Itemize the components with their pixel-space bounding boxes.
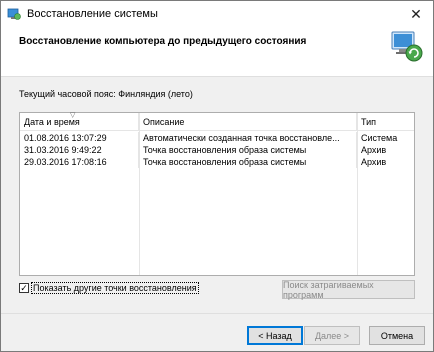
show-more-label[interactable]: Показать другие точки восстановления	[31, 282, 199, 294]
checkmark-icon: ✓	[20, 282, 28, 293]
page-title: Восстановление компьютера до предыдущего…	[19, 36, 307, 47]
show-more-checkbox[interactable]: ✓	[19, 283, 29, 293]
row-type: Система	[361, 133, 398, 143]
system-restore-small-icon	[7, 8, 21, 20]
row-type: Архив	[361, 157, 387, 167]
wizard-header: Восстановление компьютера до предыдущего…	[1, 28, 433, 77]
table-header: Дата и время ▽ Описание Тип	[20, 112, 414, 131]
title-bar: Восстановление системы ✕	[1, 1, 433, 28]
window-title: Восстановление системы	[27, 8, 158, 20]
row-type: Архив	[361, 145, 387, 155]
table-row[interactable]: 01.08.2016 13:07:29 Автоматически создан…	[20, 132, 414, 144]
back-button[interactable]: < Назад	[247, 326, 303, 345]
row-description: Точка восстановления образа системы	[139, 156, 357, 168]
next-button[interactable]: Далее >	[304, 326, 360, 345]
table-row[interactable]: 29.03.2016 17:08:16 Точка восстановления…	[20, 156, 414, 168]
system-restore-window: Восстановление системы ✕ Восстановление …	[0, 0, 434, 352]
footer-divider	[1, 313, 433, 314]
column-header-description[interactable]: Описание	[139, 113, 357, 131]
show-more-checkbox-row[interactable]: ✓ Показать другие точки восстановления	[19, 282, 199, 294]
close-icon: ✕	[410, 6, 422, 22]
system-restore-icon	[391, 31, 423, 62]
row-date: 29.03.2016 17:08:16	[20, 156, 139, 168]
scan-affected-programs-button[interactable]: Поиск затрагиваемых программ	[282, 280, 415, 300]
cancel-button[interactable]: Отмена	[369, 326, 425, 345]
row-date: 01.08.2016 13:07:29	[20, 132, 139, 144]
close-button[interactable]: ✕	[399, 1, 433, 28]
column-header-date[interactable]: Дата и время ▽	[20, 112, 139, 131]
table-body: 01.08.2016 13:07:29 Автоматически создан…	[20, 132, 414, 168]
table-row[interactable]: 31.03.2016 9:49:22 Точка восстановления …	[20, 144, 414, 156]
sort-arrow-icon: ▽	[70, 112, 76, 119]
row-description: Автоматически созданная точка восстановл…	[139, 132, 357, 144]
timezone-label: Текущий часовой пояс: Финляндия (лето)	[19, 89, 193, 99]
restore-points-table: Дата и время ▽ Описание Тип 01.08.2016 1…	[19, 112, 415, 276]
row-date: 31.03.2016 9:49:22	[20, 144, 139, 156]
column-header-type[interactable]: Тип	[357, 113, 414, 131]
row-description: Точка восстановления образа системы	[139, 144, 357, 156]
